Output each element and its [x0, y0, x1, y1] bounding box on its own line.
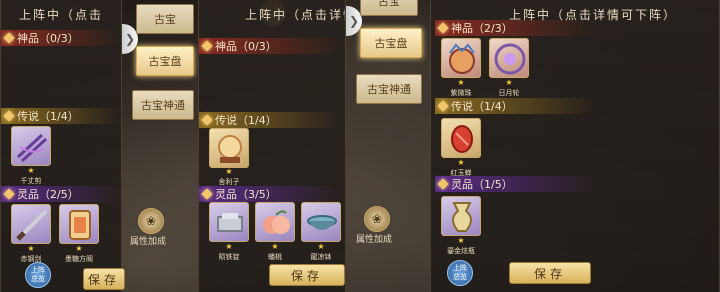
panel-title: 上阵中（点击详情可 — [245, 8, 345, 22]
star-rating: ★ — [505, 78, 513, 87]
item-card-yuntieding[interactable] — [209, 202, 249, 242]
overview-label-bottom: 总览 — [453, 273, 467, 281]
equipped-panel-left: 上阵中（点击 神品（0/3） 传说（1/4） ★ 千丈剪 灵品（2/5） ★ 赤… — [0, 0, 125, 292]
item-card-ziweizhu[interactable] — [441, 38, 481, 78]
item-label: 陨铁锭 — [218, 253, 240, 261]
overview-button[interactable]: 上阵 总览 — [447, 260, 473, 286]
orb-art-icon — [218, 135, 242, 163]
category-chuanshuo: 传说（1/4） — [199, 112, 339, 128]
star-rating: ★ — [27, 166, 35, 175]
knot-icon[interactable]: ❀ — [364, 206, 390, 232]
item-card-pantao[interactable] — [255, 202, 295, 242]
panel-title: 上阵中（点击 — [19, 8, 104, 22]
category-lingpin: 灵品（1/5） — [435, 176, 595, 192]
ingot-art-icon — [217, 213, 243, 232]
item-label: 千丈剪 — [20, 177, 42, 185]
item-card-longliangbo[interactable] — [301, 202, 341, 242]
peach-art-icon — [263, 210, 290, 234]
item-label: 紫微珠 — [450, 89, 472, 97]
star-rating: ★ — [27, 244, 35, 253]
category-lingpin: 灵品（3/5） — [199, 186, 339, 202]
tab-gubao[interactable]: 古宝 — [360, 0, 418, 16]
tab-gubaopan[interactable]: 古宝盘 — [360, 28, 422, 58]
vase-art-icon — [452, 202, 472, 232]
item-label: 墨糖方阁 — [65, 255, 93, 263]
equipped-panel-right: 上阵中（点击详情可下阵） 神品（2/3） ★ 紫微珠 ★ 日月轮 传说（1/4）… — [430, 0, 720, 292]
item-label: 日月轮 — [498, 89, 520, 97]
attr-bonus-label: 属性加成 — [356, 235, 393, 245]
save-button[interactable]: 保存 — [83, 268, 125, 290]
tab-gubao[interactable]: 古宝 — [136, 4, 194, 34]
item-card-shelizi[interactable] — [209, 128, 249, 168]
star-rating: ★ — [271, 242, 279, 251]
item-card-hongyuchan[interactable] — [441, 118, 481, 158]
star-rating: ★ — [225, 167, 233, 176]
blade-art-icon — [16, 209, 48, 241]
tab-column-right: ❯ 古宝 古宝盘 古宝神通 ❀ 属性加成 — [346, 0, 430, 292]
category-lingpin: 灵品（2/5） — [1, 186, 119, 202]
category-shenpin: 神品（2/3） — [435, 20, 595, 36]
knot-icon[interactable]: ❀ — [138, 208, 164, 234]
category-shenpin: 神品（0/3） — [1, 30, 119, 46]
wheel-art-icon — [494, 43, 526, 75]
tab-column-left: ❯ 古宝 古宝盘 古宝神通 ❀ 属性加成 — [122, 0, 286, 292]
overview-label-bottom: 总览 — [31, 275, 45, 283]
save-button[interactable]: 保存 — [509, 262, 591, 284]
item-card-chigangjian[interactable] — [11, 204, 51, 244]
tab-gubaoshentong[interactable]: 古宝神通 — [356, 74, 422, 104]
game-ui-root: 上阵中（点击 神品（0/3） 传说（1/4） ★ 千丈剪 灵品（2/5） ★ 赤… — [0, 0, 720, 292]
item-label: 龍凉钵 — [310, 253, 332, 261]
jade-cicada-icon — [451, 125, 473, 153]
attr-bonus-label: 属性加成 — [130, 237, 167, 247]
crown-art-icon — [449, 43, 475, 74]
tab-gubaopan[interactable]: 古宝盘 — [136, 46, 194, 76]
star-rating: ★ — [457, 78, 465, 87]
item-card-motangfangge[interactable] — [59, 204, 99, 244]
lantern-art-icon — [69, 210, 91, 240]
bowl-art-icon — [307, 215, 337, 230]
tab-gubaoshentong[interactable]: 古宝神通 — [132, 90, 194, 120]
star-rating: ★ — [75, 244, 83, 253]
star-rating: ★ — [317, 242, 325, 251]
item-label: 蟠桃 — [268, 253, 282, 261]
item-card-liujinxuanping[interactable] — [441, 196, 481, 236]
overview-button[interactable]: 上阵 总览 — [25, 262, 51, 288]
save-button[interactable]: 保存 — [269, 264, 345, 286]
star-rating: ★ — [457, 236, 465, 245]
category-chuanshuo: 传说（1/4） — [435, 98, 595, 114]
sword-art-icon — [16, 133, 48, 163]
category-shenpin: 神品（0/3） — [199, 38, 339, 54]
overview-label-top: 上阵 — [453, 264, 467, 272]
star-rating: ★ — [225, 242, 233, 251]
equipped-panel-middle: 上阵中（点击详情可 神品（0/3） 传说（1/4） ★ 舍利子 灵品（3/5） … — [198, 0, 346, 292]
item-label: 鎏金炫瓶 — [447, 247, 475, 255]
item-card-riyuelun[interactable] — [489, 38, 529, 78]
overview-label-top: 上阵 — [31, 266, 45, 274]
star-rating: ★ — [457, 158, 465, 167]
item-card-qianzhangjian[interactable] — [11, 126, 51, 166]
category-chuanshuo: 传说（1/4） — [1, 108, 119, 124]
